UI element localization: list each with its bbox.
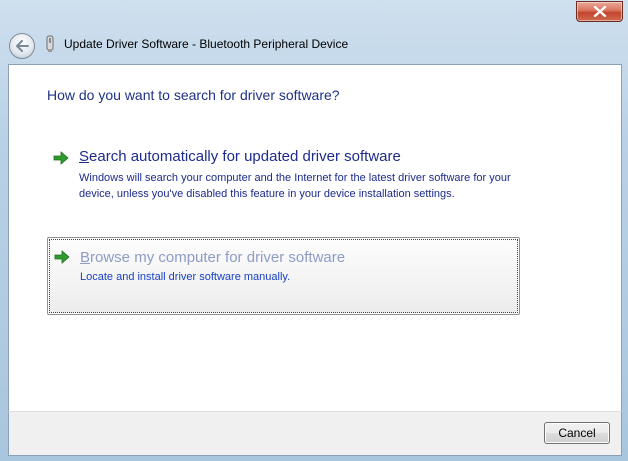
search-automatically-option[interactable]: Search automatically for updated driver … [47,148,518,218]
back-arrow-icon [15,37,29,56]
close-icon [593,6,607,17]
back-button[interactable] [9,33,35,59]
option-description: Locate and install driver software manua… [80,271,291,283]
browse-computer-option[interactable]: Browse my computer for driver software L… [47,237,520,315]
bluetooth-device-icon [45,35,55,53]
option-description: Windows will search your computer and th… [79,172,511,200]
option-title: Search automatically for updated driver … [79,148,401,165]
close-button[interactable] [576,1,623,22]
window-frame: Update Driver Software - Bluetooth Perip… [0,0,628,461]
dialog-footer: Cancel [8,411,622,456]
dialog-content: How do you want to search for driver sof… [8,64,622,411]
option-title-text: rowse my computer for driver software [90,249,346,266]
cancel-button[interactable]: Cancel [544,422,610,444]
green-arrow-icon [53,150,69,166]
green-arrow-icon [54,249,70,265]
option-title-text: earch automatically for updated driver s… [89,148,401,165]
access-key: S [79,148,90,165]
page-question: How do you want to search for driver sof… [47,87,340,103]
access-key: B [80,249,91,266]
option-title: Browse my computer for driver software [80,249,345,266]
window-title: Update Driver Software - Bluetooth Perip… [64,37,349,51]
